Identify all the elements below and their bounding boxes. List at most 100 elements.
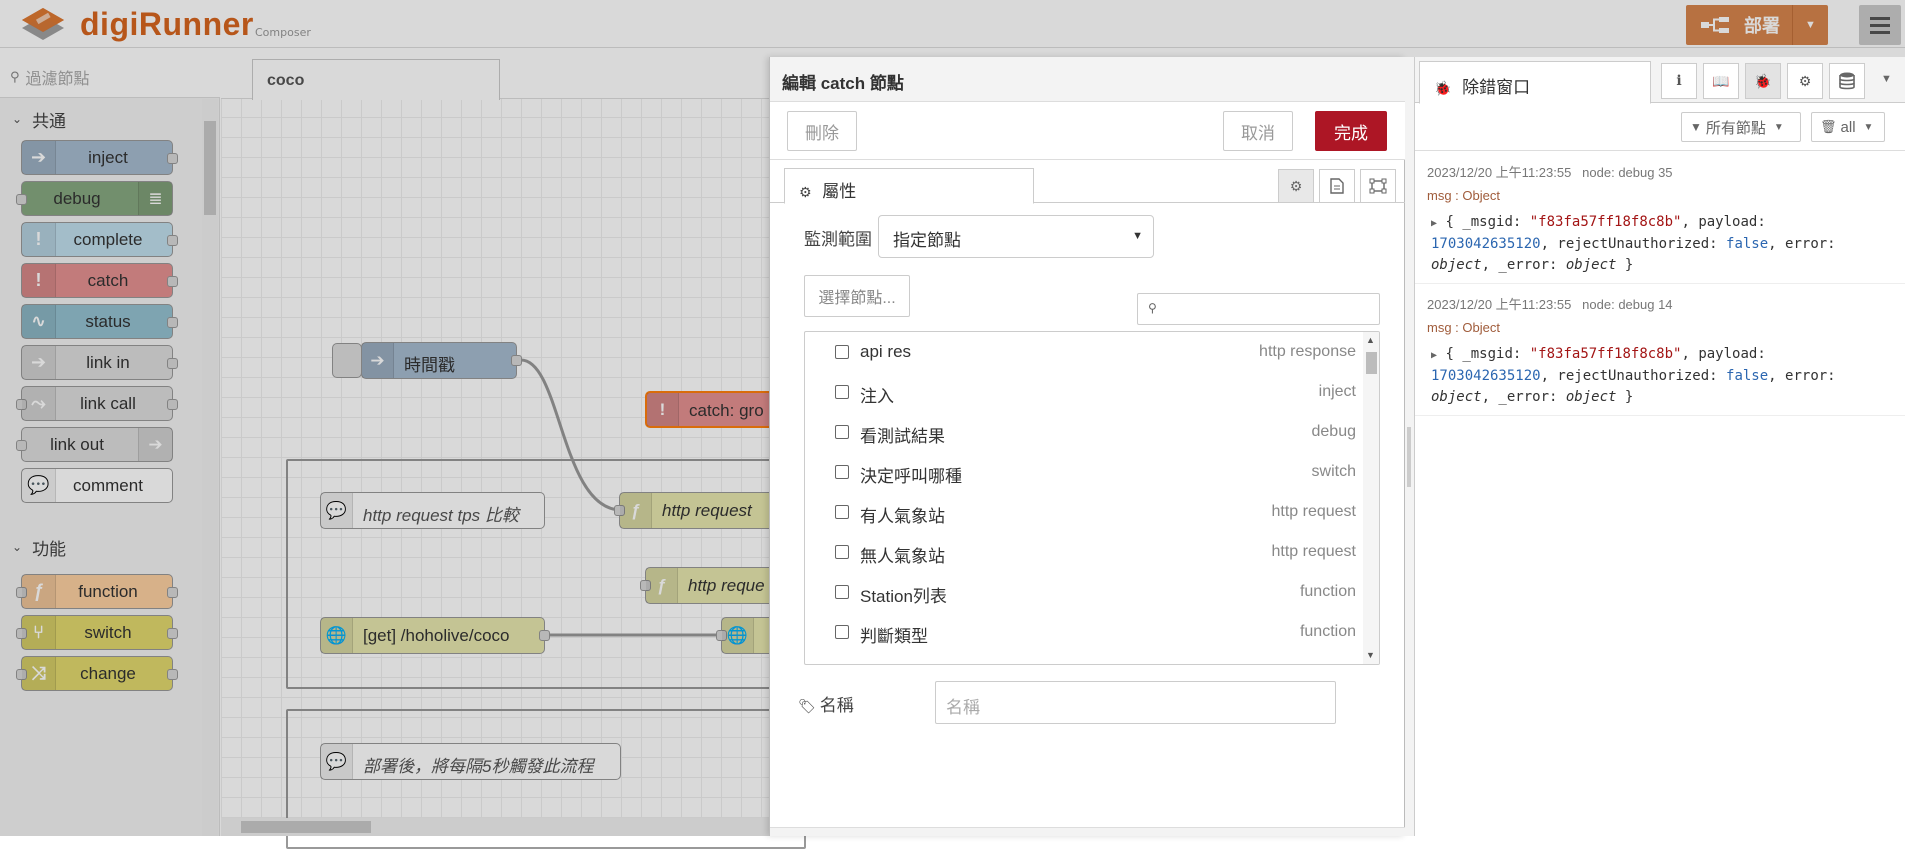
debug-payload[interactable]: ▶ { _msgid: "f83fa57ff18f8c8b", payload:…	[1431, 344, 1891, 408]
output-port[interactable]	[167, 235, 178, 246]
palette-category-function[interactable]: ⌄ 功能	[0, 527, 200, 567]
palette-node-debug[interactable]: debug ≣	[16, 181, 173, 216]
checkbox[interactable]	[835, 345, 849, 359]
flow-comment-deploy[interactable]: 💬 部署後，將每隔5秒觸發此流程	[320, 743, 621, 780]
checkbox[interactable]	[835, 505, 849, 519]
database-icon[interactable]	[1829, 63, 1865, 99]
output-port[interactable]	[167, 276, 178, 287]
palette-node-link-call[interactable]: ⤳ link call	[16, 386, 178, 421]
node-description-icon[interactable]	[1319, 169, 1355, 203]
palette-node-complete[interactable]: ! complete	[21, 222, 178, 257]
scrollbar-thumb[interactable]	[204, 121, 216, 215]
tab-debug[interactable]: 🐞 除錯窗口	[1419, 61, 1651, 104]
splitter-grip[interactable]	[1407, 427, 1411, 487]
expand-caret-icon[interactable]: ▶	[1431, 218, 1437, 229]
checkbox[interactable]	[835, 425, 849, 439]
output-port[interactable]	[167, 399, 178, 410]
checkbox[interactable]	[835, 625, 849, 639]
input-port[interactable]	[16, 440, 27, 451]
list-item[interactable]: 有人氣象站 http request	[805, 492, 1361, 532]
deploy-options-caret-icon[interactable]: ▼	[1792, 5, 1828, 45]
output-port[interactable]	[167, 587, 178, 598]
scroll-up-icon[interactable]: ▲	[1366, 335, 1375, 345]
filter-nodes-dropdown[interactable]: ▼ 所有節點 ▼	[1681, 112, 1801, 142]
debug-node-link[interactable]: node: debug 35	[1582, 165, 1672, 180]
tab-properties[interactable]: ⚙ 屬性	[784, 168, 1034, 204]
checkbox[interactable]	[835, 585, 849, 599]
palette-node-inject[interactable]: ➔ inject	[21, 140, 178, 175]
scroll-down-icon[interactable]: ▼	[1366, 650, 1375, 660]
debug-payload[interactable]: ▶ { _msgid: "f83fa57ff18f8c8b", payload:…	[1431, 212, 1891, 276]
filter-nodes-label: 所有節點	[1705, 119, 1766, 137]
scope-select-value: 指定節點	[893, 231, 961, 250]
list-item[interactable]: 無人氣象站 http request	[805, 532, 1361, 572]
checkbox[interactable]	[835, 385, 849, 399]
flow-node-http-request-2[interactable]: ƒ http reque	[640, 567, 785, 604]
select-nodes-button[interactable]: 選擇節點...	[804, 275, 910, 317]
output-port[interactable]	[511, 355, 522, 366]
palette-node-status[interactable]: ∿ status	[21, 304, 178, 339]
flow-node-http-request-1[interactable]: ƒ http request	[614, 492, 779, 529]
gear-icon[interactable]: ⚙	[1787, 63, 1823, 99]
palette-category-common[interactable]: ⌄ 共通	[0, 99, 200, 139]
debug-topic: msg : Object	[1427, 320, 1500, 335]
done-button[interactable]: 完成	[1315, 111, 1387, 151]
scrollbar-thumb[interactable]	[1366, 352, 1377, 374]
output-port[interactable]	[167, 153, 178, 164]
palette-node-catch[interactable]: ! catch	[21, 263, 178, 298]
output-port[interactable]	[167, 669, 178, 680]
name-input[interactable]: 名稱	[935, 681, 1336, 724]
node-list-search-input[interactable]: ⚲	[1137, 293, 1380, 325]
flow-node-catch[interactable]: ! catch: gro	[645, 391, 775, 428]
checkbox[interactable]	[835, 465, 849, 479]
palette-node-link-out[interactable]: link out ➔	[16, 427, 173, 462]
flow-node-label: http request tps 比較	[363, 506, 519, 525]
palette-node-link-in[interactable]: ➔ link in	[21, 345, 178, 380]
workspace-horizontal-scrollbar[interactable]	[221, 818, 781, 836]
expand-caret-icon[interactable]: ▶	[1431, 350, 1437, 361]
comment-icon: 💬	[321, 493, 353, 528]
list-item[interactable]: 看測試結果 debug	[805, 412, 1361, 452]
delete-button[interactable]: 刪除	[787, 111, 857, 151]
flow-node-http-in[interactable]: 🌐 [get] /hoholive/coco	[320, 617, 550, 654]
palette-node-comment[interactable]: 💬 comment	[21, 468, 173, 503]
node-list-scrollbar[interactable]: ▲ ▼	[1363, 332, 1379, 664]
palette-node-label: change	[80, 663, 136, 683]
flow-node-label: [get] /hoholive/coco	[363, 626, 510, 645]
list-item[interactable]: 決定呼叫哪種 switch	[805, 452, 1361, 492]
clear-messages-dropdown[interactable]: 🗑 all ▼	[1811, 112, 1885, 142]
scrollbar-thumb[interactable]	[241, 821, 371, 833]
palette-node-function[interactable]: ƒ function	[16, 574, 178, 609]
debug-node-link[interactable]: node: debug 14	[1582, 297, 1672, 312]
node-appearance-icon[interactable]	[1360, 169, 1396, 203]
deploy-button[interactable]: 部署 ▼	[1686, 5, 1828, 45]
palette-node-switch[interactable]: ⑂ switch	[16, 615, 178, 650]
main-menu-button[interactable]	[1859, 5, 1901, 45]
palette-scrollbar[interactable]	[202, 99, 218, 836]
list-item[interactable]: 注入 inject	[805, 372, 1361, 412]
info-icon[interactable]: i	[1661, 63, 1697, 99]
output-port[interactable]	[167, 317, 178, 328]
sidebar-menu-caret-icon[interactable]: ▼	[1881, 73, 1892, 85]
output-port[interactable]	[167, 358, 178, 369]
sidebar-splitter[interactable]	[1405, 57, 1414, 836]
cancel-button[interactable]: 取消	[1223, 111, 1293, 151]
list-item[interactable]: 判斷類型 function	[805, 612, 1361, 652]
debug-message-meta: 2023/12/20 上午11:23:55 node: debug 14	[1427, 294, 1673, 313]
list-item[interactable]: api res http response	[805, 332, 1361, 372]
output-port[interactable]	[539, 630, 550, 641]
book-icon[interactable]: 📖	[1703, 63, 1739, 99]
scope-select[interactable]: 指定節點 ▼	[878, 215, 1154, 258]
input-port[interactable]	[16, 194, 27, 205]
list-item[interactable]: Station列表 function	[805, 572, 1361, 612]
output-port[interactable]	[167, 628, 178, 639]
inject-trigger-button[interactable]	[332, 343, 362, 378]
palette-search-input[interactable]: ⚲ 過濾節點	[0, 57, 220, 98]
palette-node-change[interactable]: ⤨ change	[16, 656, 178, 691]
flow-comment-tps[interactable]: 💬 http request tps 比較	[320, 492, 545, 529]
flow-node-timestamp[interactable]: ➔ 時間戳	[332, 342, 522, 379]
checkbox[interactable]	[835, 545, 849, 559]
node-settings-gear-icon[interactable]: ⚙	[1278, 169, 1314, 203]
bug-tab-icon[interactable]: 🐞	[1745, 63, 1781, 99]
list-item-type: http request	[1271, 503, 1357, 520]
